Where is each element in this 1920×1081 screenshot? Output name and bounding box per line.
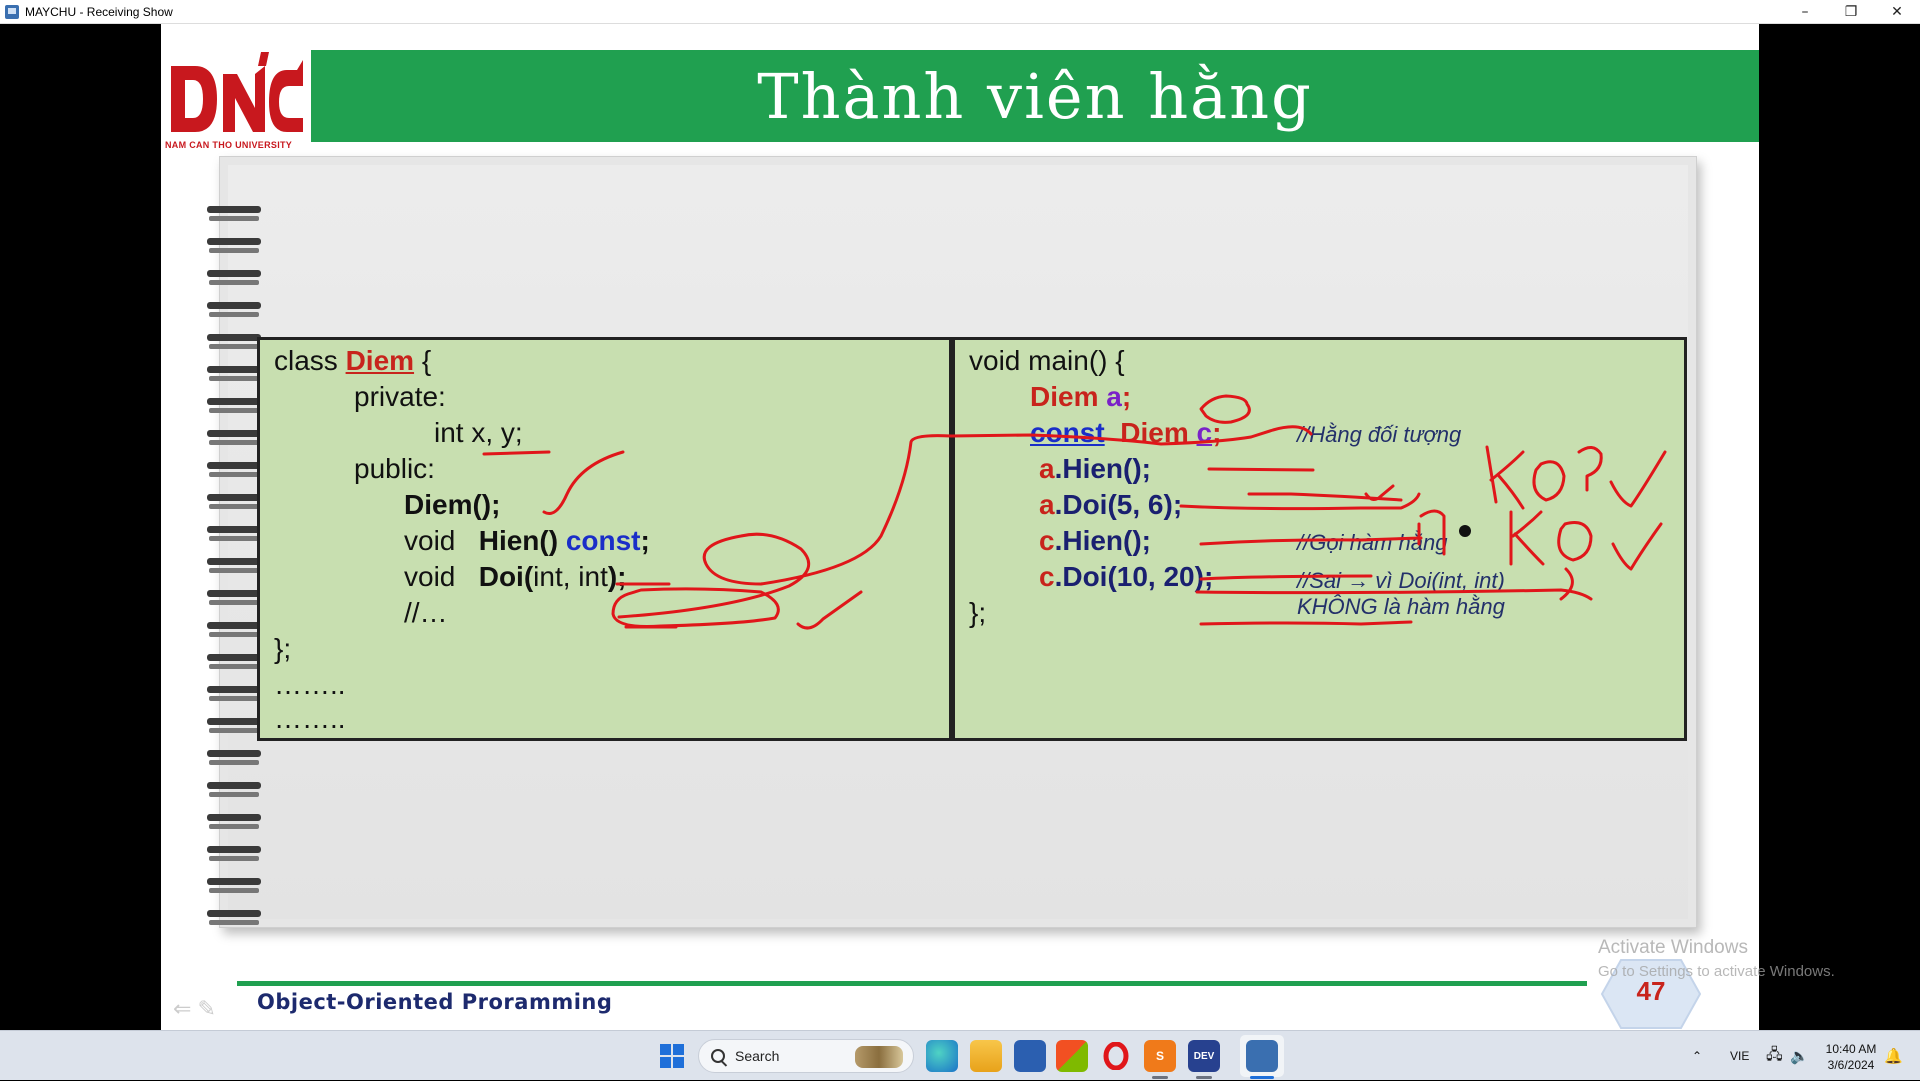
sublime-text-icon[interactable]: S: [1144, 1040, 1176, 1072]
code-line-declare-c: const Diem c;: [1030, 417, 1222, 448]
code-line-main: void main() {: [969, 345, 1125, 376]
logo-caption: NAM CAN THO UNIVERSITY: [165, 140, 293, 150]
close-button[interactable]: ✕: [1874, 0, 1920, 24]
code-line-class-end: };: [274, 633, 292, 664]
volume-icon[interactable]: 🔈: [1790, 1031, 1809, 1081]
system-clock[interactable]: 10:40 AM 3/6/2024: [1816, 1041, 1886, 1073]
taskbar-search[interactable]: Search: [698, 1039, 914, 1073]
minimize-button[interactable]: –: [1782, 0, 1828, 24]
dev-cpp-icon[interactable]: DEV: [1188, 1040, 1220, 1072]
window-title-bar: MAYCHU - Receiving Show – ❐ ✕: [0, 0, 1920, 24]
edge-browser-icon[interactable]: [926, 1040, 958, 1072]
code-line-c-hien: c.Hien();: [1039, 525, 1152, 556]
activation-watermark-subtitle: Go to Settings to activate Windows.: [1598, 963, 1835, 980]
shared-slide: Thành viên hằng NAM CAN THO UNIVERSITY c…: [161, 24, 1759, 1030]
code-line-a-doi: a.Doi(5, 6);: [1039, 489, 1183, 520]
search-label: Search: [735, 1048, 780, 1064]
language-indicator[interactable]: VIE: [1730, 1031, 1749, 1081]
slide-title: Thành viên hằng: [757, 59, 1313, 133]
code-line-public: public:: [354, 453, 435, 484]
code-line-hien: void Hien() const;: [404, 525, 650, 556]
file-explorer-icon[interactable]: [970, 1040, 1002, 1072]
code-line-class: class Diem {: [274, 345, 432, 376]
start-button[interactable]: [660, 1044, 684, 1068]
code-line-dots-1: ……..: [274, 669, 346, 700]
code-line-dots-2: ……..: [274, 703, 346, 734]
code-line-doi: void Doi(int, int);: [404, 561, 627, 592]
opera-browser-icon[interactable]: [1100, 1040, 1132, 1072]
code-line-a-hien: a.Hien();: [1039, 453, 1152, 484]
search-highlight-icon: [855, 1046, 903, 1068]
network-icon[interactable]: 🖧: [1766, 1031, 1783, 1081]
code-line-members: int x, y;: [434, 417, 523, 448]
window-app-icon[interactable]: [1014, 1040, 1046, 1072]
restore-button[interactable]: ❐: [1828, 0, 1874, 24]
code-line-ellipsis-comment: //…: [404, 597, 448, 628]
comment-call-const-method: //Gọi hàm hằng: [1297, 530, 1448, 555]
dnc-logo-icon: [165, 46, 311, 150]
main-function-code-box: void main() { Diem a; const Diem c; //Hằ…: [952, 337, 1687, 741]
back-arrow-icon: ⇐ ✎: [173, 996, 216, 1021]
show-hidden-icons-chevron-icon[interactable]: ⌃: [1692, 1031, 1702, 1081]
code-line-main-end: };: [969, 597, 987, 628]
clock-date: 3/6/2024: [1827, 1058, 1875, 1072]
footer-divider: [237, 981, 1587, 986]
taskbar: Search S DEV ⌃ VIE 🖧 🔈 10:40 AM 3/6/2024…: [0, 1030, 1920, 1080]
activation-watermark-title: Activate Windows: [1598, 937, 1748, 958]
page-number: 47: [1636, 976, 1666, 1006]
app-icon: [5, 4, 19, 19]
code-line-declare-a: Diem a;: [1030, 381, 1132, 412]
window-title: MAYCHU - Receiving Show: [25, 4, 173, 19]
footer-course-name: Object-Oriented Proramming: [257, 990, 613, 1014]
search-icon: [711, 1049, 725, 1063]
clock-time: 10:40 AM: [1825, 1042, 1877, 1056]
microsoft-store-icon[interactable]: [1056, 1040, 1088, 1072]
code-line-private: private:: [354, 381, 446, 412]
class-definition-code-box: class Diem { private: int x, y; public: …: [257, 337, 952, 741]
comment-const-object: //Hằng đối tượng: [1297, 422, 1462, 447]
code-line-constructor: Diem();: [404, 489, 501, 520]
notification-bell-icon[interactable]: 🔔: [1884, 1031, 1903, 1081]
receiving-show-icon[interactable]: [1246, 1040, 1278, 1072]
comment-not-const-method: KHÔNG là hàm hằng: [1297, 594, 1505, 619]
code-line-c-doi: c.Doi(10, 20);: [1039, 561, 1214, 592]
window-controls: – ❐ ✕: [1782, 0, 1920, 24]
